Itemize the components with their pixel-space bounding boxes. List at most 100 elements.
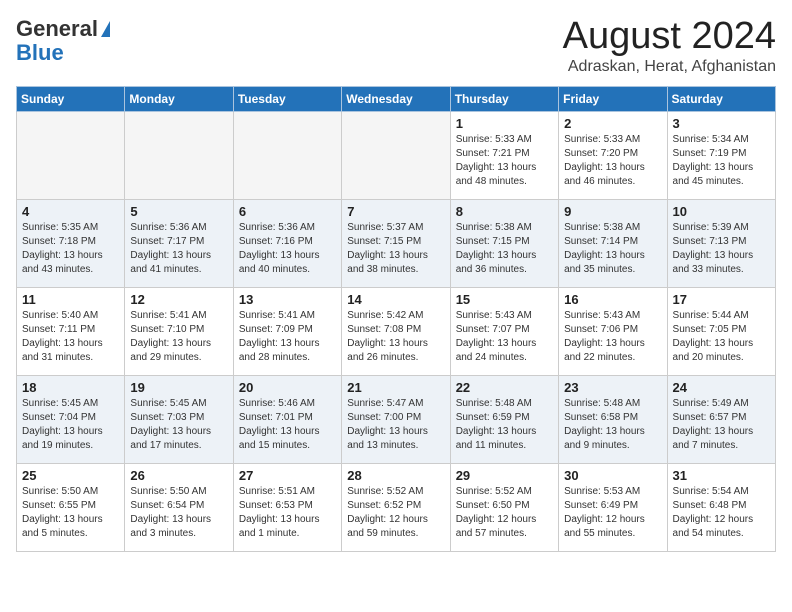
day-number: 9 <box>564 204 661 219</box>
day-info: Sunrise: 5:38 AM Sunset: 7:15 PM Dayligh… <box>456 221 553 277</box>
calendar-cell: 31 Sunrise: 5:54 AM Sunset: 6:48 PM Dayli… <box>667 463 775 551</box>
calendar-table: Sunday Monday Tuesday Wednesday Thursday… <box>16 86 776 552</box>
day-number: 31 <box>673 468 770 483</box>
day-number: 12 <box>130 292 227 307</box>
calendar-cell: 11 Sunrise: 5:40 AM Sunset: 7:11 PM Dayli… <box>17 287 125 375</box>
col-saturday: Saturday <box>667 86 775 111</box>
day-number: 4 <box>22 204 119 219</box>
day-number: 20 <box>239 380 336 395</box>
day-info: Sunrise: 5:52 AM Sunset: 6:52 PM Dayligh… <box>347 485 444 541</box>
calendar-cell: 29 Sunrise: 5:52 AM Sunset: 6:50 PM Dayli… <box>450 463 558 551</box>
day-info: Sunrise: 5:37 AM Sunset: 7:15 PM Dayligh… <box>347 221 444 277</box>
day-info: Sunrise: 5:33 AM Sunset: 7:20 PM Dayligh… <box>564 133 661 189</box>
col-monday: Monday <box>125 86 233 111</box>
logo: General Blue <box>16 16 110 66</box>
day-number: 30 <box>564 468 661 483</box>
week-row-4: 18Sunrise: 5:45 AM Sunset: 7:04 PM Dayli… <box>17 375 776 463</box>
day-info: Sunrise: 5:34 AM Sunset: 7:19 PM Dayligh… <box>673 133 770 189</box>
day-info: Sunrise: 5:45 AM Sunset: 7:04 PM Dayligh… <box>22 397 119 453</box>
calendar-cell: 4 Sunrise: 5:35 AM Sunset: 7:18 PM Daylig… <box>17 199 125 287</box>
week-row-3: 11 Sunrise: 5:40 AM Sunset: 7:11 PM Dayli… <box>17 287 776 375</box>
day-info: Sunrise: 5:48 AM Sunset: 6:59 PM Dayligh… <box>456 397 553 453</box>
logo-blue: Blue <box>16 40 64 66</box>
day-number: 22 <box>456 380 553 395</box>
week-row-1: 1 Sunrise: 5:33 AM Sunset: 7:21 PM Daylig… <box>17 111 776 199</box>
day-number: 7 <box>347 204 444 219</box>
calendar-cell: 26Sunrise: 5:50 AM Sunset: 6:54 PM Dayli… <box>125 463 233 551</box>
day-number: 16 <box>564 292 661 307</box>
day-number: 28 <box>347 468 444 483</box>
day-number: 6 <box>239 204 336 219</box>
day-info: Sunrise: 5:40 AM Sunset: 7:11 PM Dayligh… <box>22 309 119 365</box>
day-info: Sunrise: 5:42 AM Sunset: 7:08 PM Dayligh… <box>347 309 444 365</box>
day-number: 29 <box>456 468 553 483</box>
calendar-cell: 3Sunrise: 5:34 AM Sunset: 7:19 PM Daylig… <box>667 111 775 199</box>
col-wednesday: Wednesday <box>342 86 450 111</box>
day-info: Sunrise: 5:48 AM Sunset: 6:58 PM Dayligh… <box>564 397 661 453</box>
day-number: 11 <box>22 292 119 307</box>
day-info: Sunrise: 5:35 AM Sunset: 7:18 PM Dayligh… <box>22 221 119 277</box>
day-info: Sunrise: 5:54 AM Sunset: 6:48 PM Dayligh… <box>673 485 770 541</box>
calendar-cell: 8 Sunrise: 5:38 AM Sunset: 7:15 PM Daylig… <box>450 199 558 287</box>
day-number: 19 <box>130 380 227 395</box>
day-number: 2 <box>564 116 661 131</box>
calendar-cell: 12 Sunrise: 5:41 AM Sunset: 7:10 PM Dayli… <box>125 287 233 375</box>
calendar-cell: 5 Sunrise: 5:36 AM Sunset: 7:17 PM Daylig… <box>125 199 233 287</box>
day-info: Sunrise: 5:43 AM Sunset: 7:07 PM Dayligh… <box>456 309 553 365</box>
week-row-5: 25Sunrise: 5:50 AM Sunset: 6:55 PM Dayli… <box>17 463 776 551</box>
calendar-cell: 25Sunrise: 5:50 AM Sunset: 6:55 PM Dayli… <box>17 463 125 551</box>
day-info: Sunrise: 5:36 AM Sunset: 7:17 PM Dayligh… <box>130 221 227 277</box>
day-info: Sunrise: 5:50 AM Sunset: 6:55 PM Dayligh… <box>22 485 119 541</box>
week-row-2: 4 Sunrise: 5:35 AM Sunset: 7:18 PM Daylig… <box>17 199 776 287</box>
calendar-cell: 9Sunrise: 5:38 AM Sunset: 7:14 PM Daylig… <box>559 199 667 287</box>
calendar-cell: 28 Sunrise: 5:52 AM Sunset: 6:52 PM Dayli… <box>342 463 450 551</box>
day-number: 14 <box>347 292 444 307</box>
day-info: Sunrise: 5:53 AM Sunset: 6:49 PM Dayligh… <box>564 485 661 541</box>
calendar-subtitle: Adraskan, Herat, Afghanistan <box>563 58 776 76</box>
day-info: Sunrise: 5:51 AM Sunset: 6:53 PM Dayligh… <box>239 485 336 541</box>
calendar-cell <box>17 111 125 199</box>
calendar-cell <box>342 111 450 199</box>
calendar-title: August 2024 <box>563 16 776 58</box>
calendar-cell: 23Sunrise: 5:48 AM Sunset: 6:58 PM Dayli… <box>559 375 667 463</box>
day-info: Sunrise: 5:33 AM Sunset: 7:21 PM Dayligh… <box>456 133 553 189</box>
day-number: 26 <box>130 468 227 483</box>
calendar-cell: 7 Sunrise: 5:37 AM Sunset: 7:15 PM Daylig… <box>342 199 450 287</box>
col-friday: Friday <box>559 86 667 111</box>
calendar-cell: 6 Sunrise: 5:36 AM Sunset: 7:16 PM Daylig… <box>233 199 341 287</box>
calendar-cell: 21Sunrise: 5:47 AM Sunset: 7:00 PM Dayli… <box>342 375 450 463</box>
day-number: 27 <box>239 468 336 483</box>
day-info: Sunrise: 5:41 AM Sunset: 7:09 PM Dayligh… <box>239 309 336 365</box>
calendar-cell: 17Sunrise: 5:44 AM Sunset: 7:05 PM Dayli… <box>667 287 775 375</box>
calendar-cell <box>125 111 233 199</box>
day-number: 13 <box>239 292 336 307</box>
calendar-cell: 22 Sunrise: 5:48 AM Sunset: 6:59 PM Dayli… <box>450 375 558 463</box>
calendar-cell: 15 Sunrise: 5:43 AM Sunset: 7:07 PM Dayli… <box>450 287 558 375</box>
day-info: Sunrise: 5:36 AM Sunset: 7:16 PM Dayligh… <box>239 221 336 277</box>
calendar-cell: 20Sunrise: 5:46 AM Sunset: 7:01 PM Dayli… <box>233 375 341 463</box>
calendar-cell: 1 Sunrise: 5:33 AM Sunset: 7:21 PM Daylig… <box>450 111 558 199</box>
logo-general: General <box>16 16 98 42</box>
day-number: 5 <box>130 204 227 219</box>
calendar-cell: 10Sunrise: 5:39 AM Sunset: 7:13 PM Dayli… <box>667 199 775 287</box>
day-number: 15 <box>456 292 553 307</box>
day-number: 24 <box>673 380 770 395</box>
calendar-cell: 13 Sunrise: 5:41 AM Sunset: 7:09 PM Dayli… <box>233 287 341 375</box>
calendar-cell: 2 Sunrise: 5:33 AM Sunset: 7:20 PM Daylig… <box>559 111 667 199</box>
col-sunday: Sunday <box>17 86 125 111</box>
calendar-cell: 24Sunrise: 5:49 AM Sunset: 6:57 PM Dayli… <box>667 375 775 463</box>
calendar-cell: 30 Sunrise: 5:53 AM Sunset: 6:49 PM Dayli… <box>559 463 667 551</box>
day-info: Sunrise: 5:52 AM Sunset: 6:50 PM Dayligh… <box>456 485 553 541</box>
page-header: General Blue August 2024 Adraskan, Herat… <box>16 16 776 76</box>
day-info: Sunrise: 5:41 AM Sunset: 7:10 PM Dayligh… <box>130 309 227 365</box>
calendar-cell: 19Sunrise: 5:45 AM Sunset: 7:03 PM Dayli… <box>125 375 233 463</box>
col-tuesday: Tuesday <box>233 86 341 111</box>
day-number: 8 <box>456 204 553 219</box>
day-info: Sunrise: 5:47 AM Sunset: 7:00 PM Dayligh… <box>347 397 444 453</box>
title-area: August 2024 Adraskan, Herat, Afghanistan <box>563 16 776 76</box>
header-row: Sunday Monday Tuesday Wednesday Thursday… <box>17 86 776 111</box>
day-info: Sunrise: 5:43 AM Sunset: 7:06 PM Dayligh… <box>564 309 661 365</box>
calendar-cell: 27 Sunrise: 5:51 AM Sunset: 6:53 PM Dayli… <box>233 463 341 551</box>
calendar-cell: 18Sunrise: 5:45 AM Sunset: 7:04 PM Dayli… <box>17 375 125 463</box>
day-number: 1 <box>456 116 553 131</box>
